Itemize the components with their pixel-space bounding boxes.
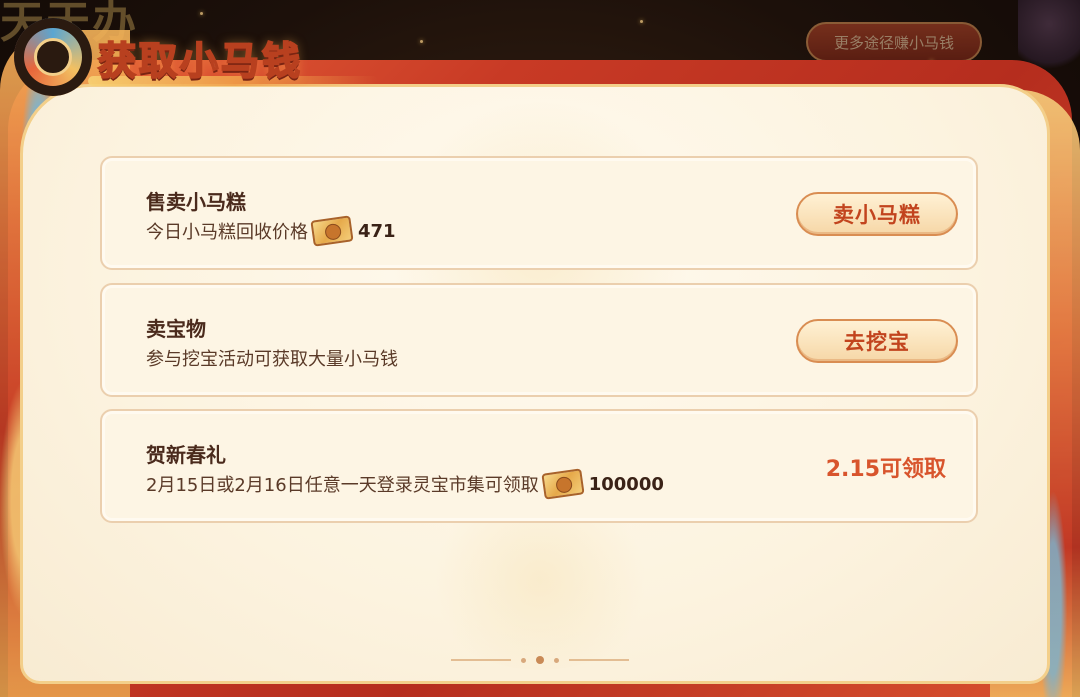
task-card-sell-cake: 售卖小马糕 今日小马糕回收价格 471 卖小马糕 [100,156,978,270]
card-title: 贺新春礼 [146,443,226,467]
task-card-new-year-gift: 贺新春礼 2月15日或2月16日任意一天登录灵宝市集可领取 100000 2.1… [100,409,978,523]
page-indicator [0,656,1080,664]
card-description-text: 2月15日或2月16日任意一天登录灵宝市集可领取 [146,475,539,496]
card-description: 今日小马糕回收价格 471 [146,215,396,247]
price-amount: 471 [358,220,396,242]
page-title: 获取小马钱 [97,38,304,84]
pager-dot [521,657,526,663]
title-swirl-core [34,38,72,76]
sparkle-decoration [200,12,203,15]
card-description-text: 参与挖宝活动可获取大量小马钱 [146,349,398,370]
sparkle-decoration [640,20,643,23]
card-description: 参与挖宝活动可获取大量小马钱 [146,345,398,371]
cash-icon [541,468,585,500]
task-card-sell-treasure: 卖宝物 参与挖宝活动可获取大量小马钱 去挖宝 [100,283,978,397]
pager-line-decoration [569,659,629,661]
sell-cake-button[interactable]: 卖小马糕 [796,192,958,236]
claim-date-status: 2.15可领取 [825,457,946,482]
pager-dot [554,657,559,663]
card-title: 卖宝物 [146,317,206,341]
cash-icon [310,215,354,247]
card-description: 2月15日或2月16日任意一天登录灵宝市集可领取 100000 [146,468,664,500]
sparkle-decoration [420,40,423,43]
more-ways-button: 更多途径赚小马钱 [806,22,982,62]
reward-amount: 100000 [588,473,664,495]
pager-dot-active [536,656,544,664]
pager-line-decoration [451,659,511,661]
go-dig-treasure-button[interactable]: 去挖宝 [796,319,958,363]
card-title: 售卖小马糕 [146,190,246,214]
card-description-text: 今日小马糕回收价格 [146,222,308,243]
